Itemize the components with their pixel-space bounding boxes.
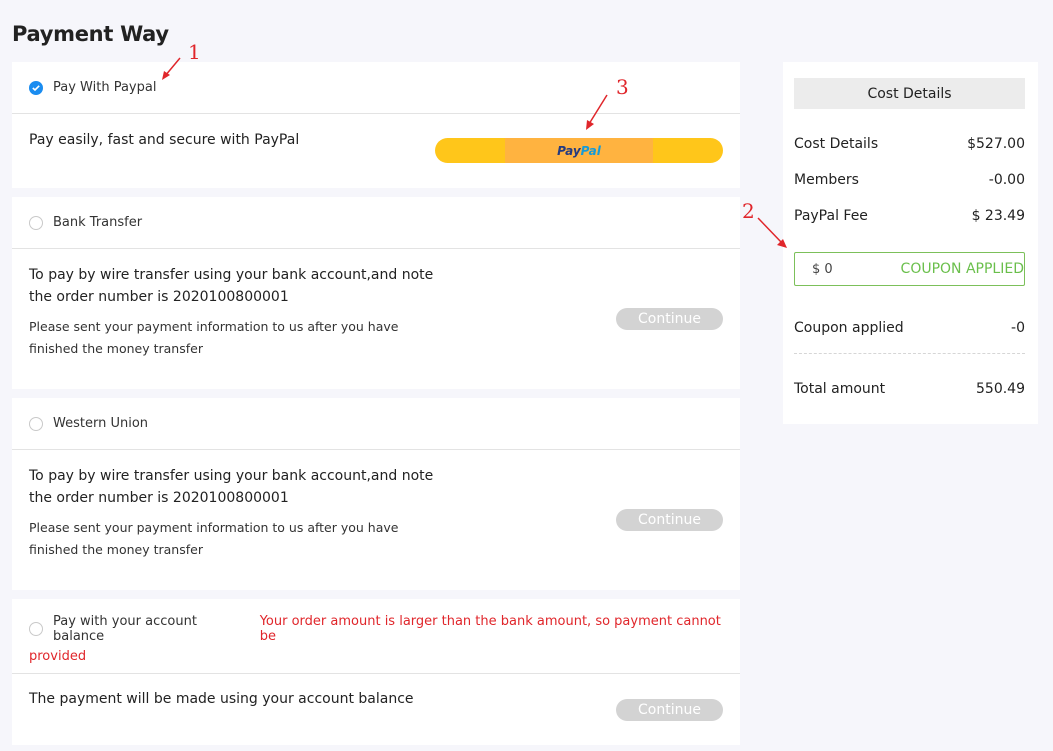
western-union-description-line2: the order number is 2020100800001 bbox=[29, 490, 289, 506]
divider bbox=[794, 353, 1025, 354]
western-union-header[interactable]: Western Union bbox=[12, 398, 740, 450]
members-label: Members bbox=[794, 172, 859, 188]
annotation-number-2: 2 bbox=[742, 199, 755, 223]
western-union-note-line2: finished the money transfer bbox=[29, 542, 203, 557]
western-union-note-line1: Please sent your payment information to … bbox=[29, 520, 399, 535]
account-balance-continue-button[interactable]: Continue bbox=[616, 699, 723, 721]
bank-transfer-note-line1: Please sent your payment information to … bbox=[29, 319, 399, 334]
cost-row-value: $527.00 bbox=[967, 136, 1025, 152]
page-title: Payment Way bbox=[12, 22, 169, 46]
account-balance-error-line1: Your order amount is larger than the ban… bbox=[259, 614, 721, 644]
paypal-option-body: Pay easily, fast and secure with PayPal … bbox=[12, 114, 740, 187]
western-union-continue-button[interactable]: Continue bbox=[616, 509, 723, 531]
payment-option-account-balance: Pay with your account balance Your order… bbox=[12, 599, 740, 745]
western-union-body: To pay by wire transfer using your bank … bbox=[12, 450, 740, 589]
bank-transfer-description-line1: To pay by wire transfer using your bank … bbox=[29, 267, 434, 283]
paypal-fee-value: $ 23.49 bbox=[971, 208, 1025, 224]
bank-transfer-label: Bank Transfer bbox=[53, 215, 143, 230]
cost-details-title: Cost Details bbox=[794, 78, 1025, 109]
total-row: Total amount 550.49 bbox=[794, 381, 1025, 397]
paypal-logo: Pay Pal bbox=[505, 138, 653, 163]
cost-details-panel: Cost Details Cost Details $527.00 Member… bbox=[783, 62, 1038, 424]
payment-option-western-union: Western Union To pay by wire transfer us… bbox=[12, 398, 740, 590]
members-row: Members -0.00 bbox=[794, 172, 1025, 188]
account-balance-header[interactable]: Pay with your account balance Your order… bbox=[12, 599, 740, 674]
annotation-number-3: 3 bbox=[616, 75, 629, 99]
bank-transfer-continue-button[interactable]: Continue bbox=[616, 308, 723, 330]
annotation-arrow-2 bbox=[757, 217, 787, 248]
bank-transfer-body: To pay by wire transfer using your bank … bbox=[12, 249, 740, 388]
coupon-applied-label: Coupon applied bbox=[794, 320, 904, 336]
total-label: Total amount bbox=[794, 381, 886, 397]
paypal-fee-label: PayPal Fee bbox=[794, 208, 868, 224]
bank-transfer-note-line2: finished the money transfer bbox=[29, 341, 203, 356]
members-value: -0.00 bbox=[988, 172, 1025, 188]
paypal-logo-pal: Pal bbox=[580, 143, 601, 158]
paypal-logo-pay: Pay bbox=[557, 143, 581, 158]
coupon-applied-value: -0 bbox=[1011, 320, 1025, 336]
cost-row-label: Cost Details bbox=[794, 136, 879, 152]
account-balance-label: Pay with your account balance bbox=[53, 614, 197, 644]
coupon-input[interactable]: $ 0 bbox=[812, 262, 833, 277]
account-balance-body: The payment will be made using your acco… bbox=[12, 674, 740, 745]
bank-transfer-description-line2: the order number is 2020100800001 bbox=[29, 289, 289, 305]
annotation-arrow-3 bbox=[586, 94, 608, 130]
coupon-applied-badge: COUPON APPLIED bbox=[900, 261, 1024, 277]
paypal-description: Pay easily, fast and secure with PayPal bbox=[29, 132, 300, 148]
paypal-checkout-button[interactable]: Pay Pal bbox=[435, 138, 723, 163]
account-balance-description: The payment will be made using your acco… bbox=[29, 691, 414, 707]
total-value: 550.49 bbox=[976, 381, 1025, 397]
cost-row: Cost Details $527.00 bbox=[794, 136, 1025, 152]
paypal-fee-row: PayPal Fee $ 23.49 bbox=[794, 208, 1025, 224]
bank-transfer-header[interactable]: Bank Transfer bbox=[12, 197, 740, 249]
western-union-description-line1: To pay by wire transfer using your bank … bbox=[29, 468, 434, 484]
account-balance-error-line2: provided bbox=[29, 649, 87, 664]
radio-checked-icon[interactable] bbox=[29, 80, 43, 95]
payment-option-paypal: Pay With Paypal Pay easily, fast and sec… bbox=[12, 62, 740, 188]
coupon-applied-row: Coupon applied -0 bbox=[794, 320, 1025, 336]
payment-option-bank-transfer: Bank Transfer To pay by wire transfer us… bbox=[12, 197, 740, 389]
western-union-label: Western Union bbox=[53, 416, 149, 431]
radio-unchecked-icon[interactable] bbox=[29, 622, 43, 636]
radio-unchecked-icon[interactable] bbox=[29, 215, 43, 230]
annotation-arrow-1 bbox=[162, 57, 181, 80]
coupon-field[interactable]: $ 0 COUPON APPLIED bbox=[794, 252, 1025, 286]
paypal-option-label: Pay With Paypal bbox=[53, 80, 157, 95]
radio-unchecked-icon[interactable] bbox=[29, 416, 43, 431]
paypal-option-header[interactable]: Pay With Paypal bbox=[12, 62, 740, 114]
